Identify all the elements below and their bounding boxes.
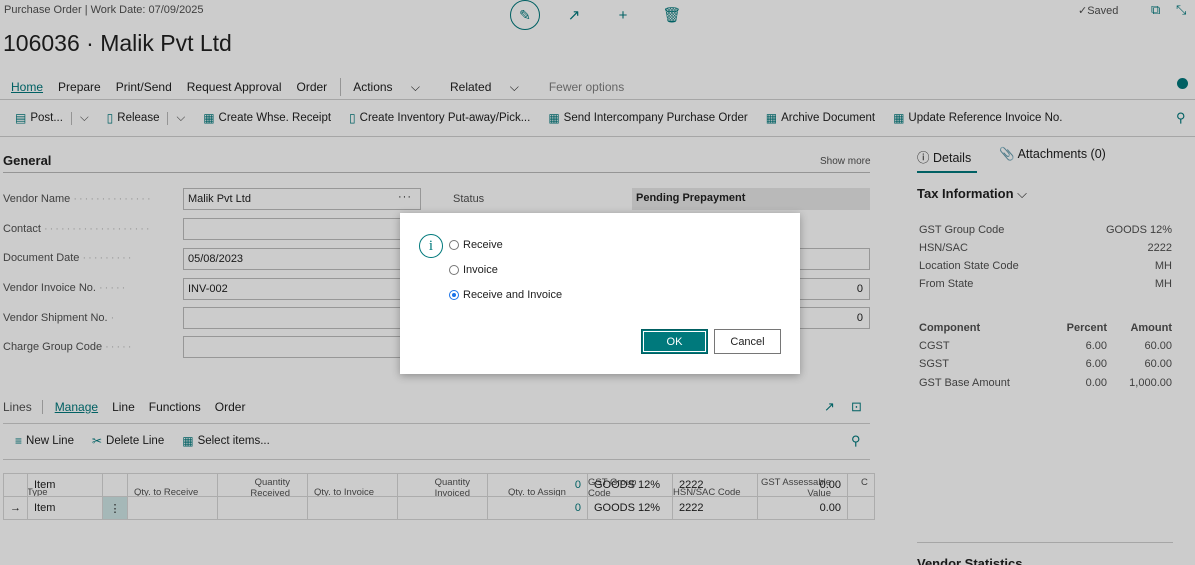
radio-invoice[interactable]: [449, 265, 459, 276]
post-dialog: i Receive Invoice Receive and Invoice OK…: [400, 213, 800, 374]
option-receive[interactable]: Receive: [449, 239, 503, 251]
cancel-button[interactable]: Cancel: [714, 329, 781, 354]
radio-receive-and-invoice[interactable]: [449, 290, 459, 301]
option-receive-and-invoice[interactable]: Receive and Invoice: [449, 289, 562, 301]
info-icon: i: [419, 234, 443, 258]
radio-receive[interactable]: [449, 240, 459, 251]
option-invoice[interactable]: Invoice: [449, 264, 498, 276]
ok-button[interactable]: OK: [641, 329, 708, 354]
